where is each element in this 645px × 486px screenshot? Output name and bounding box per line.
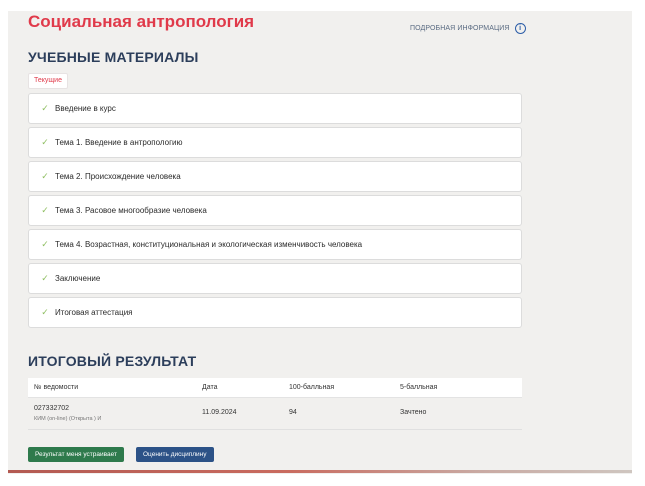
module-item-final-assessment[interactable]: ✓ Итоговая аттестация (28, 297, 522, 328)
check-icon: ✓ (41, 239, 49, 249)
column-header-score-100: 100-балльная (289, 384, 335, 391)
result-score-5: Зачтено (400, 409, 427, 416)
tab-current[interactable]: Текущие (28, 73, 68, 89)
top-edge-divider (8, 8, 632, 11)
module-label: Тема 3. Расовое многообразие человека (55, 206, 207, 215)
check-icon: ✓ (41, 137, 49, 147)
module-item-intro[interactable]: ✓ Введение в курс (28, 93, 522, 124)
module-label: Тема 2. Происхождение человека (55, 172, 181, 181)
materials-heading: УЧЕБНЫЕ МАТЕРИАЛЫ (28, 49, 199, 65)
rate-discipline-button[interactable]: Оценить дисциплину (136, 447, 214, 462)
bottom-accent-bar (8, 470, 632, 473)
statement-number: 027332702 (34, 405, 70, 412)
module-item-topic-4[interactable]: ✓ Тема 4. Возрастная, конституциональная… (28, 229, 522, 260)
check-icon: ✓ (41, 307, 49, 317)
column-header-date: Дата (202, 384, 218, 391)
module-item-topic-2[interactable]: ✓ Тема 2. Происхождение человека (28, 161, 522, 192)
details-link[interactable]: ПОДРОБНАЯ ИНФОРМАЦИЯ i (410, 22, 526, 34)
table-header: № ведомости Дата 100-балльная 5-балльная (28, 378, 522, 398)
module-item-topic-1[interactable]: ✓ Тема 1. Введение в антропологию (28, 127, 522, 158)
info-icon[interactable]: i (514, 22, 526, 34)
check-icon: ✓ (41, 103, 49, 113)
check-icon: ✓ (41, 273, 49, 283)
check-icon: ✓ (41, 171, 49, 181)
check-icon: ✓ (41, 205, 49, 215)
module-label: Итоговая аттестация (55, 308, 133, 317)
module-label: Введение в курс (55, 104, 116, 113)
result-date: 11.09.2024 (202, 409, 237, 416)
result-heading: ИТОГОВЫЙ РЕЗУЛЬТАТ (28, 353, 197, 369)
module-label: Тема 4. Возрастная, конституциональная и… (55, 240, 363, 249)
statement-note: КИМ (on-line) (Открыта ) И (34, 416, 102, 422)
result-score-100: 94 (289, 409, 297, 416)
module-label: Заключение (55, 274, 101, 283)
table-row: 027332702 КИМ (on-line) (Открыта ) И 11.… (28, 398, 522, 430)
module-item-conclusion[interactable]: ✓ Заключение (28, 263, 522, 294)
module-item-topic-3[interactable]: ✓ Тема 3. Расовое многообразие человека (28, 195, 522, 226)
details-link-label: ПОДРОБНАЯ ИНФОРМАЦИЯ (410, 24, 510, 32)
module-label: Тема 1. Введение в антропологию (55, 138, 183, 147)
column-header-score-5: 5-балльная (400, 384, 438, 391)
accept-result-button[interactable]: Результат меня устраивает (28, 447, 125, 462)
column-header-statement: № ведомости (34, 384, 79, 391)
course-title: Социальная антропология (28, 12, 255, 31)
